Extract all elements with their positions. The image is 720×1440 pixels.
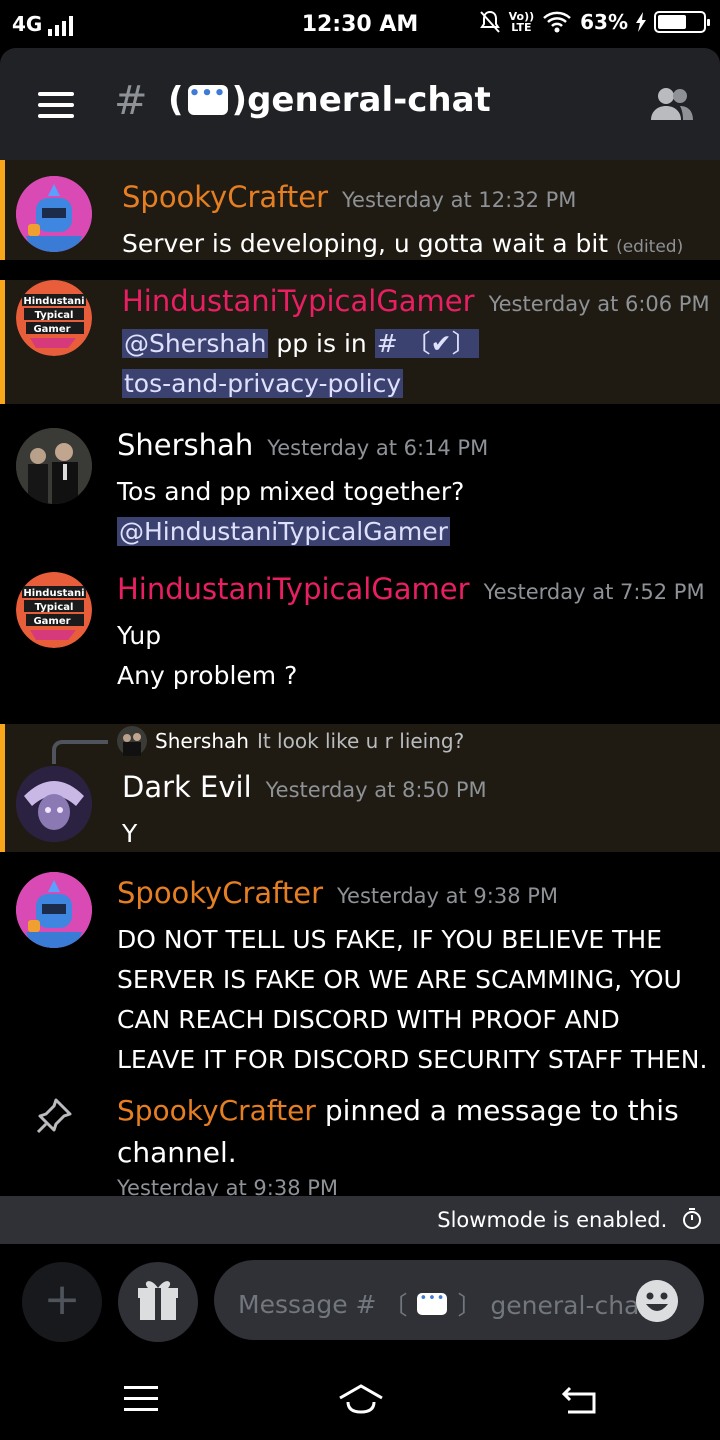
gamer-logo-avatar-icon: Hindustani Typical Gamer bbox=[16, 572, 92, 648]
author-name[interactable]: Shershah bbox=[117, 428, 253, 462]
mute-bell-icon bbox=[479, 10, 500, 33]
avatar[interactable] bbox=[16, 176, 92, 252]
message-input-placeholder: Message # 〔 〕 general-chat bbox=[238, 1286, 649, 1322]
channel-mention[interactable]: # 〔✔〕 bbox=[374, 329, 479, 358]
reply-author: Shershah bbox=[155, 729, 249, 753]
reply-preview[interactable]: Shershah It look like u r lieing? bbox=[117, 726, 464, 756]
message-item[interactable]: SpookyCrafter Yesterday at 12:32 PM Serv… bbox=[0, 160, 720, 260]
avatar[interactable] bbox=[16, 428, 92, 504]
message-content: Yup Any problem ? bbox=[117, 621, 298, 690]
timer-icon bbox=[683, 1208, 701, 1229]
speech-bubble-icon bbox=[187, 83, 228, 115]
avatar[interactable] bbox=[16, 766, 92, 842]
reply-avatar bbox=[117, 726, 147, 756]
svg-text:Typical: Typical bbox=[35, 310, 74, 321]
message-header: HindustaniTypicalGamer Yesterday at 7:52… bbox=[117, 572, 705, 606]
user-mention[interactable]: @Shershah bbox=[122, 329, 269, 358]
message-content: @Shershah pp is in # 〔✔〕 tos-and-privacy… bbox=[122, 329, 479, 398]
gift-icon bbox=[138, 1281, 178, 1320]
user-mention[interactable]: @HindustaniTypicalGamer bbox=[117, 517, 450, 546]
emoji-button[interactable] bbox=[636, 1280, 678, 1322]
timestamp: Yesterday at 8:50 PM bbox=[265, 778, 487, 802]
message-list[interactable]: SpookyCrafter Yesterday at 12:32 PM Serv… bbox=[0, 160, 720, 1196]
members-icon[interactable] bbox=[650, 86, 694, 122]
gamer-logo-avatar-icon: Hindustani Typical Gamer bbox=[16, 280, 92, 356]
message-header: SpookyCrafter Yesterday at 9:38 PM bbox=[117, 876, 558, 910]
knight-avatar-icon bbox=[16, 176, 92, 252]
author-name[interactable]: SpookyCrafter bbox=[117, 876, 323, 910]
gift-button[interactable] bbox=[118, 1262, 198, 1342]
system-message-content: SpookyCrafter pinned a message to this c… bbox=[117, 1094, 679, 1169]
volte-icon: Vo)) LTE bbox=[508, 10, 535, 34]
svg-text:Gamer: Gamer bbox=[33, 616, 70, 627]
message-header: Shershah Yesterday at 6:14 PM bbox=[117, 428, 488, 462]
back-icon[interactable] bbox=[562, 1384, 598, 1414]
message-item[interactable]: Shershah Yesterday at 6:14 PM Tos and pp… bbox=[0, 424, 720, 554]
author-name[interactable]: SpookyCrafter bbox=[122, 180, 328, 214]
author-name[interactable]: HindustaniTypicalGamer bbox=[122, 284, 475, 318]
avatar[interactable]: Hindustani Typical Gamer bbox=[16, 280, 92, 356]
avatar[interactable] bbox=[16, 872, 92, 948]
channel-hash-icon: # bbox=[114, 78, 148, 124]
author-name[interactable]: Dark Evil bbox=[122, 770, 252, 804]
message-item[interactable]: Hindustani Typical Gamer HindustaniTypic… bbox=[0, 280, 720, 404]
photo-avatar-icon bbox=[16, 428, 92, 504]
timestamp: Yesterday at 6:14 PM bbox=[267, 436, 489, 460]
timestamp: Yesterday at 7:52 PM bbox=[483, 580, 705, 604]
channel-title[interactable]: ( )general-chat bbox=[168, 80, 491, 120]
avatar[interactable]: Hindustani Typical Gamer bbox=[16, 572, 92, 648]
system-message[interactable]: SpookyCrafter pinned a message to this c… bbox=[0, 1090, 720, 1196]
message-header: Dark Evil Yesterday at 8:50 PM bbox=[122, 770, 487, 804]
knight-avatar-icon bbox=[16, 872, 92, 948]
battery-percent: 63% bbox=[580, 10, 628, 34]
message-content: DO NOT TELL US FAKE, IF YOU BELIEVE THE … bbox=[117, 925, 708, 1074]
reply-text: It look like u r lieing? bbox=[256, 729, 465, 753]
status-icons: Vo)) LTE 63% bbox=[479, 10, 710, 34]
slowmode-banner: Slowmode is enabled. bbox=[0, 1196, 720, 1244]
system-nav-bar bbox=[0, 1360, 720, 1440]
svg-text:Gamer: Gamer bbox=[33, 324, 70, 335]
add-attachment-button[interactable]: + bbox=[22, 1262, 102, 1342]
channel-header: # ( )general-chat bbox=[0, 48, 720, 160]
edited-tag: (edited) bbox=[616, 237, 684, 257]
timestamp: Yesterday at 9:38 PM bbox=[117, 1176, 339, 1196]
wifi-icon bbox=[543, 11, 571, 33]
message-composer: + Message # 〔 〕 general-chat bbox=[0, 1244, 720, 1360]
message-content: Y bbox=[122, 819, 138, 848]
message-header: SpookyCrafter Yesterday at 12:32 PM bbox=[122, 180, 576, 214]
home-icon[interactable] bbox=[338, 1384, 384, 1414]
timestamp: Yesterday at 9:38 PM bbox=[337, 884, 559, 908]
message-content: Server is developing, u gotta wait a bit… bbox=[122, 229, 684, 258]
timestamp: Yesterday at 12:32 PM bbox=[342, 188, 577, 212]
message-item[interactable]: Shershah It look like u r lieing? Dark E… bbox=[0, 724, 720, 852]
author-name[interactable]: HindustaniTypicalGamer bbox=[117, 572, 470, 606]
status-bar: 4G 12:30 AM Vo)) LTE 63% bbox=[0, 0, 720, 50]
reply-connector bbox=[52, 740, 108, 764]
recent-apps-icon[interactable] bbox=[124, 1386, 158, 1412]
menu-icon[interactable] bbox=[38, 92, 74, 118]
message-header: HindustaniTypicalGamer Yesterday at 6:06… bbox=[122, 284, 710, 318]
timestamp: Yesterday at 6:06 PM bbox=[488, 292, 710, 316]
message-item[interactable]: SpookyCrafter Yesterday at 9:38 PM DO NO… bbox=[0, 872, 720, 1082]
battery-icon bbox=[654, 11, 710, 33]
pin-icon bbox=[36, 1098, 72, 1134]
author-name[interactable]: SpookyCrafter bbox=[117, 1094, 316, 1127]
message-content: Tos and pp mixed together? @HindustaniTy… bbox=[117, 477, 465, 546]
svg-text:Hindustani: Hindustani bbox=[23, 296, 84, 307]
channel-mention-name[interactable]: tos-and-privacy-policy bbox=[122, 369, 404, 398]
speech-bubble-icon bbox=[417, 1291, 448, 1315]
anime-avatar-icon bbox=[16, 766, 92, 842]
svg-text:Typical: Typical bbox=[35, 602, 74, 613]
message-item[interactable]: Hindustani Typical Gamer HindustaniTypic… bbox=[0, 568, 720, 698]
svg-text:Hindustani: Hindustani bbox=[23, 588, 84, 599]
charging-icon bbox=[636, 12, 646, 32]
